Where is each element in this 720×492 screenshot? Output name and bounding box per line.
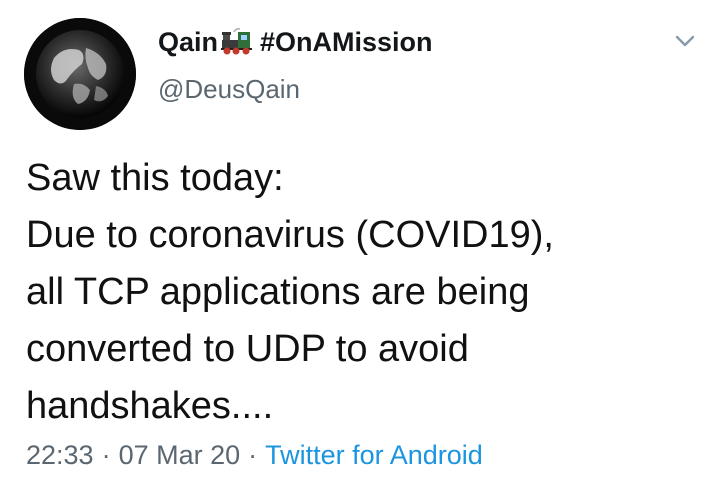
- display-name[interactable]: Qain: [158, 27, 218, 58]
- tweet-text-line: Saw this today:: [26, 157, 284, 199]
- tweet-text-line: all TCP applications are being: [26, 271, 530, 313]
- tweet-source-link[interactable]: Twitter for Android: [265, 440, 483, 470]
- tweet-time[interactable]: 22:33: [26, 440, 94, 470]
- chevron-down-icon[interactable]: [674, 30, 696, 52]
- tweet-text-line: converted to UDP to avoid: [26, 328, 469, 370]
- tweet-metadata: 22:33 · 07 Mar 20 · Twitter for Android: [26, 440, 483, 471]
- tweet-text-line: handshakes....: [26, 385, 274, 427]
- display-name-hashtag[interactable]: #OnAMission: [260, 27, 433, 58]
- meta-separator: ·: [101, 440, 111, 470]
- globe-avatar-image: [24, 18, 136, 130]
- tweet-date[interactable]: 07 Mar 20: [119, 440, 241, 470]
- tweet-text-line: Due to coronavirus (COVID19),: [26, 214, 554, 256]
- tweet-card: Qain #OnAMission @DeusQain Saw this toda…: [0, 0, 720, 492]
- user-name-row[interactable]: Qain #OnAMission: [158, 24, 433, 60]
- steam-locomotive-emoji-icon: [221, 28, 253, 55]
- avatar[interactable]: [24, 18, 136, 130]
- meta-separator: ·: [248, 440, 258, 470]
- tweet-text: Saw this today: Due to coronavirus (COVI…: [26, 150, 706, 435]
- user-handle[interactable]: @DeusQain: [158, 74, 300, 105]
